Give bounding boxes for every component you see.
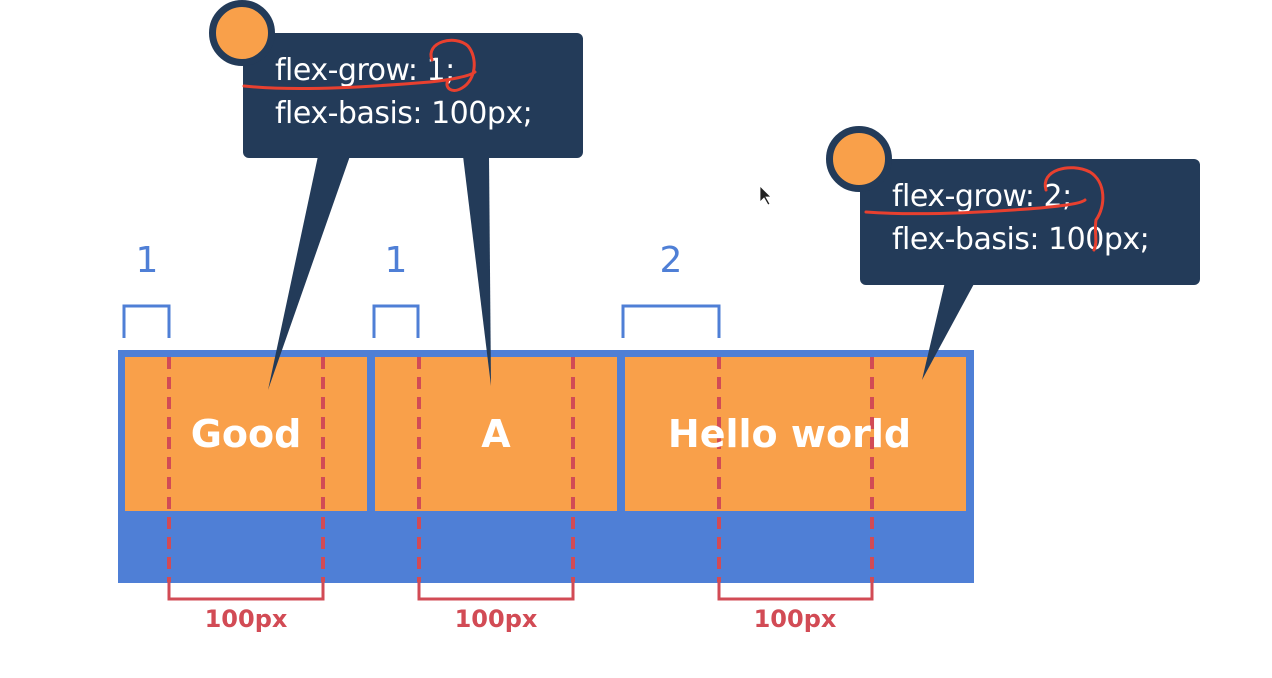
- flex-item-good-label: Good: [190, 412, 302, 456]
- grow-bracket-2: [372, 304, 420, 338]
- basis-label-2: 100px: [454, 605, 538, 633]
- basis-bracket-2: [417, 582, 575, 601]
- tooltip-left-badge: [209, 0, 275, 66]
- flex-item-hello-world-label: Hello world: [667, 412, 912, 456]
- basis-label-1: 100px: [204, 605, 288, 633]
- grow-bracket-1: [122, 304, 171, 338]
- basis-label-3: 100px: [753, 605, 837, 633]
- grow-bracket-3: [621, 304, 721, 338]
- basis-bracket-3: [717, 582, 874, 601]
- tooltip-left-flex-grow: flex-grow: 1;: [275, 53, 455, 88]
- mouse-cursor-icon: [759, 185, 772, 206]
- grow-label-1: 1: [135, 240, 159, 281]
- tooltip-right-flex-basis: flex-basis: 100px;: [892, 222, 1150, 257]
- grow-label-3: 2: [659, 240, 683, 281]
- flex-item-a: A: [375, 357, 617, 511]
- flex-item-good: Good: [125, 357, 367, 511]
- flex-item-a-label: A: [481, 412, 511, 456]
- flex-item-hello-world: Hello world: [625, 357, 966, 511]
- tooltip-right-flex-grow: flex-grow: 2;: [892, 179, 1072, 214]
- tooltip-left-flex-basis: flex-basis: 100px;: [275, 96, 533, 131]
- tooltip-right: flex-grow: 2; flex-basis: 100px;: [860, 159, 1200, 285]
- basis-bracket-1: [167, 582, 325, 601]
- tooltip-left: flex-grow: 1; flex-basis: 100px;: [243, 33, 583, 158]
- flex-grow-diagram: Good A Hello world flex-grow: 1; flex-ba…: [0, 0, 1272, 678]
- grow-label-2: 1: [384, 240, 408, 281]
- tooltip-right-badge: [826, 126, 892, 192]
